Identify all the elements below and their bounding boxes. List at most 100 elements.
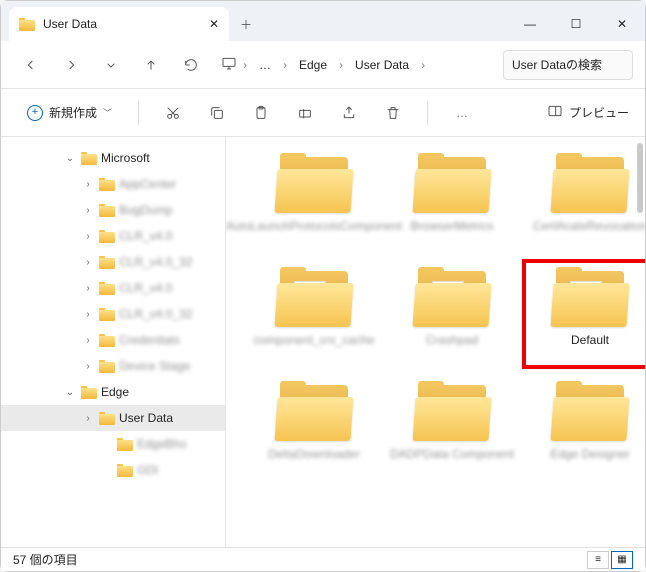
preview-icon xyxy=(547,103,563,122)
folder-item[interactable]: Crashpad xyxy=(392,267,512,361)
expand-icon[interactable]: › xyxy=(81,257,95,268)
tree-label: Edge xyxy=(101,385,129,399)
folder-icon xyxy=(550,153,630,215)
crumb-userdata[interactable]: User Data xyxy=(349,54,415,76)
tree-node[interactable]: ›CLR_v4.0 xyxy=(1,275,225,301)
folder-item[interactable]: AutoLaunchProtocolsComponent xyxy=(254,153,374,247)
window-tab[interactable]: User Data ✕ xyxy=(9,7,229,41)
folder-icon xyxy=(99,230,115,243)
content-pane[interactable]: AutoLaunchProtocolsComponent BrowserMetri… xyxy=(226,137,645,547)
nav-tree[interactable]: ⌄Microsoft›AppCenter›BugDump›CLR_v4.0›CL… xyxy=(1,137,226,547)
folder-label: BrowserMetrics xyxy=(411,219,494,247)
chevron-right-icon: › xyxy=(281,58,289,72)
tree-label: AppCenter xyxy=(119,177,176,191)
folder-item[interactable]: Edge Designer xyxy=(530,381,645,475)
folder-label: Default xyxy=(571,333,609,361)
paste-icon[interactable] xyxy=(243,95,279,131)
folder-icon xyxy=(99,204,115,217)
crumb-ellipsis[interactable]: … xyxy=(253,54,277,76)
expand-icon[interactable]: › xyxy=(81,413,95,424)
status-text: 57 個の項目 xyxy=(13,551,78,568)
folder-icon xyxy=(412,267,492,329)
statusbar: 57 個の項目 ≡ ▦ xyxy=(1,547,645,571)
tree-label: BugDump xyxy=(119,203,172,217)
back-button[interactable] xyxy=(13,47,49,83)
folder-icon xyxy=(99,256,115,269)
folder-icon xyxy=(99,412,115,425)
forward-button[interactable] xyxy=(53,47,89,83)
expand-icon[interactable]: › xyxy=(81,283,95,294)
tree-node[interactable]: ›Device Stage xyxy=(1,353,225,379)
tree-label: CLR_v4.0 xyxy=(119,229,172,243)
expand-icon[interactable]: › xyxy=(81,179,95,190)
share-icon[interactable] xyxy=(331,95,367,131)
tree-node[interactable]: › CLR_v4.0_32 xyxy=(1,301,225,327)
folder-icon xyxy=(99,360,115,373)
folder-item[interactable]: BrowserMetrics xyxy=(392,153,512,247)
folder-icon xyxy=(99,282,115,295)
folder-icon xyxy=(412,153,492,215)
recent-chevron[interactable] xyxy=(93,47,129,83)
folder-label: DeltaDownloader xyxy=(268,447,360,475)
folder-item[interactable]: DADPData Component xyxy=(392,381,512,475)
expand-icon[interactable]: › xyxy=(81,335,95,346)
navbar: › … › Edge › User Data › User Dataの検索 xyxy=(1,41,645,89)
minimize-button[interactable]: ― xyxy=(507,7,553,41)
refresh-button[interactable] xyxy=(173,47,209,83)
tree-node[interactable]: › BugDump xyxy=(1,197,225,223)
scrollbar[interactable] xyxy=(637,143,643,213)
search-input[interactable]: User Dataの検索 xyxy=(503,50,633,80)
tree-node[interactable]: ⌄ Edge xyxy=(1,379,225,405)
folder-label: Crashpad xyxy=(426,333,478,361)
tree-node[interactable]: ›Credentials xyxy=(1,327,225,353)
tree-label: CLR_v4.0_32 xyxy=(119,307,192,321)
expand-icon[interactable]: › xyxy=(81,309,95,320)
view-list-button[interactable]: ≡ xyxy=(587,551,609,569)
preview-toggle[interactable]: プレビュー xyxy=(547,103,629,122)
delete-icon[interactable] xyxy=(375,95,411,131)
folder-label: component_crx_cache xyxy=(254,333,375,361)
folder-icon xyxy=(550,381,630,443)
folder-item[interactable]: component_crx_cache xyxy=(254,267,374,361)
new-tab-button[interactable]: ＋ xyxy=(229,7,263,41)
folder-item[interactable]: Default xyxy=(530,267,645,361)
plus-circle-icon: + xyxy=(27,105,43,121)
folder-icon xyxy=(274,381,354,443)
tree-node[interactable]: › CLR_v4.0 xyxy=(1,223,225,249)
close-tab-icon[interactable]: ✕ xyxy=(209,17,219,31)
tree-node[interactable]: EdgeBho xyxy=(1,431,225,457)
folder-icon xyxy=(19,18,35,31)
close-button[interactable]: ✕ xyxy=(599,7,645,41)
tree-node[interactable]: ⌄Microsoft xyxy=(1,145,225,171)
folder-icon xyxy=(99,334,115,347)
expand-icon[interactable]: ⌄ xyxy=(63,153,77,164)
folder-item[interactable]: CertificateRevocation xyxy=(530,153,645,247)
window-controls: ― ☐ ✕ xyxy=(507,7,645,41)
crumb-edge[interactable]: Edge xyxy=(293,54,333,76)
cut-icon[interactable] xyxy=(155,95,191,131)
breadcrumb[interactable]: › … › Edge › User Data › xyxy=(213,54,499,76)
folder-item[interactable]: DeltaDownloader xyxy=(254,381,374,475)
tree-node[interactable]: › AppCenter xyxy=(1,171,225,197)
up-button[interactable] xyxy=(133,47,169,83)
folder-icon xyxy=(412,381,492,443)
view-buttons: ≡ ▦ xyxy=(587,551,633,569)
tree-node[interactable]: ›User Data xyxy=(1,405,225,431)
tree-node[interactable]: GDI xyxy=(1,457,225,483)
expand-icon[interactable]: › xyxy=(81,231,95,242)
folder-icon xyxy=(274,267,354,329)
preview-label: プレビュー xyxy=(569,104,629,121)
copy-icon[interactable] xyxy=(199,95,235,131)
view-grid-button[interactable]: ▦ xyxy=(611,551,633,569)
folder-label: Edge Designer xyxy=(550,447,629,475)
expand-icon[interactable]: ⌄ xyxy=(63,387,77,398)
expand-icon[interactable]: › xyxy=(81,205,95,216)
tree-node[interactable]: ›CLR_v4.0_32 xyxy=(1,249,225,275)
more-button[interactable]: … xyxy=(444,95,480,131)
new-button[interactable]: + 新規作成 ﹀ xyxy=(17,98,122,127)
expand-icon[interactable]: › xyxy=(81,361,95,372)
titlebar: User Data ✕ ＋ ― ☐ ✕ xyxy=(1,1,645,41)
chevron-down-icon: ﹀ xyxy=(103,106,112,119)
rename-icon[interactable] xyxy=(287,95,323,131)
maximize-button[interactable]: ☐ xyxy=(553,7,599,41)
